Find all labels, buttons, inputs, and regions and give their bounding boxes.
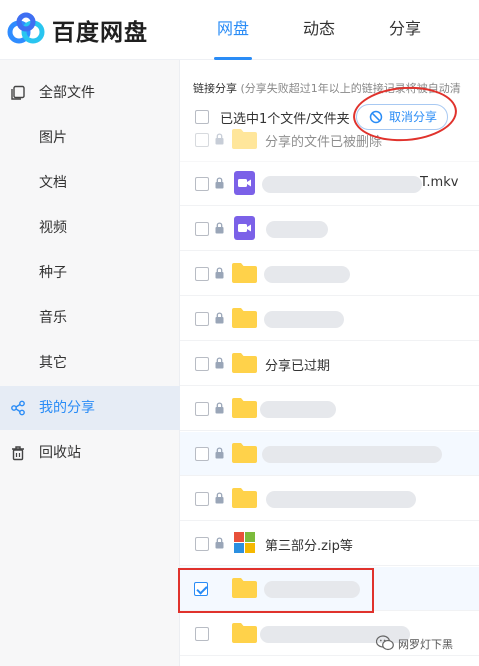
notice-title: 链接分享	[193, 82, 237, 95]
file-name[interactable]: 分享已过期	[265, 355, 330, 374]
row-checkbox[interactable]	[195, 222, 209, 236]
sidebar-item-label: 图片	[39, 130, 67, 146]
sidebar-item-recycle-bin[interactable]: 回收站	[0, 431, 180, 475]
sidebar-item-label: 其它	[39, 355, 67, 371]
annotation-box	[178, 568, 374, 613]
folder-icon	[232, 129, 257, 149]
folder-icon	[232, 488, 257, 508]
video-icon	[234, 171, 255, 195]
trash-icon	[12, 446, 24, 461]
folder-icon	[232, 398, 257, 418]
video-icon	[234, 216, 255, 240]
redacted-name	[266, 221, 328, 238]
row-checkbox[interactable]	[195, 177, 209, 191]
wechat-icon	[376, 635, 394, 651]
zip-icon	[234, 532, 255, 553]
folder-icon	[232, 623, 257, 643]
sidebar-item-label: 我的分享	[39, 400, 95, 416]
sidebar-item-all-files[interactable]: 全部文件	[0, 71, 180, 115]
sidebar-item-label: 文档	[39, 175, 67, 191]
top-nav: 网盘 动态 分享 找	[190, 0, 479, 60]
sidebar-item-label: 全部文件	[39, 85, 95, 101]
lock-icon	[215, 312, 224, 324]
lock-icon	[215, 447, 224, 459]
lock-icon	[215, 402, 224, 414]
sidebar-item-label: 音乐	[39, 310, 67, 326]
tab-share[interactable]: 分享	[362, 0, 448, 60]
tab-activity[interactable]: 动态	[276, 0, 362, 60]
sidebar-item-music[interactable]: 音乐	[0, 296, 180, 340]
sidebar-item-docs[interactable]: 文档	[0, 161, 180, 205]
share-row[interactable]	[180, 432, 479, 476]
row-checkbox[interactable]	[195, 537, 209, 551]
share-icon	[11, 400, 25, 416]
folder-icon	[232, 353, 257, 373]
folder-icon	[232, 308, 257, 328]
sidebar-item-torrents[interactable]: 种子	[0, 251, 180, 295]
brand-name: 百度网盘	[52, 20, 148, 46]
folder-icon	[232, 443, 257, 463]
folder-icon	[232, 263, 257, 283]
watermark-text: 网罗灯下黑	[398, 638, 453, 651]
share-row[interactable]	[180, 252, 479, 296]
app-header: 百度网盘 网盘 动态 分享 找	[0, 0, 479, 60]
share-row[interactable]	[180, 387, 479, 431]
lock-icon	[215, 177, 224, 189]
row-checkbox[interactable]	[195, 447, 209, 461]
share-row[interactable]	[180, 207, 479, 251]
file-name[interactable]: 第三部分.zip等	[265, 535, 353, 554]
sidebar-item-other[interactable]: 其它	[0, 341, 180, 385]
tab-netdisk[interactable]: 网盘	[190, 0, 276, 60]
row-checkbox[interactable]	[195, 312, 209, 326]
share-row[interactable]	[180, 477, 479, 521]
row-checkbox[interactable]	[195, 492, 209, 506]
lock-icon	[215, 133, 224, 145]
redacted-name	[264, 311, 344, 328]
row-checkbox[interactable]	[195, 357, 209, 371]
sidebar-item-label: 种子	[39, 265, 67, 281]
lock-icon	[215, 492, 224, 504]
redacted-name	[266, 491, 416, 508]
share-row[interactable]: 第三部分.zip等	[180, 522, 479, 566]
baidu-netdisk-logo[interactable]	[6, 10, 46, 48]
lock-icon	[215, 357, 224, 369]
share-row[interactable]: T.mkv	[180, 162, 479, 206]
lock-icon	[215, 537, 224, 549]
redacted-name	[262, 176, 422, 193]
redacted-name	[262, 446, 442, 463]
redacted-name	[260, 401, 336, 418]
files-icon	[11, 85, 25, 100]
row-checkbox[interactable]	[195, 133, 209, 147]
row-checkbox[interactable]	[195, 402, 209, 416]
tab-find[interactable]: 找	[448, 0, 479, 60]
sidebar-item-my-shares[interactable]: 我的分享	[0, 386, 180, 430]
share-row[interactable]: 分享已过期	[180, 342, 479, 386]
lock-icon	[215, 267, 224, 279]
sidebar-item-label: 视频	[39, 220, 67, 236]
sidebar-item-videos[interactable]: 视频	[0, 206, 180, 250]
share-row[interactable]	[180, 297, 479, 341]
row-checkbox[interactable]	[195, 267, 209, 281]
redacted-name	[264, 266, 350, 283]
file-name[interactable]: 分享的文件已被删除	[265, 131, 382, 150]
row-checkbox[interactable]	[195, 627, 209, 641]
sidebar-item-images[interactable]: 图片	[0, 116, 180, 160]
file-name[interactable]: T.mkv	[420, 175, 458, 190]
lock-icon	[215, 222, 224, 234]
sidebar-item-label: 回收站	[39, 445, 81, 461]
sidebar: 全部文件 图片 文档 视频 种子 音乐 其它 我的分享 回收站	[0, 60, 180, 666]
